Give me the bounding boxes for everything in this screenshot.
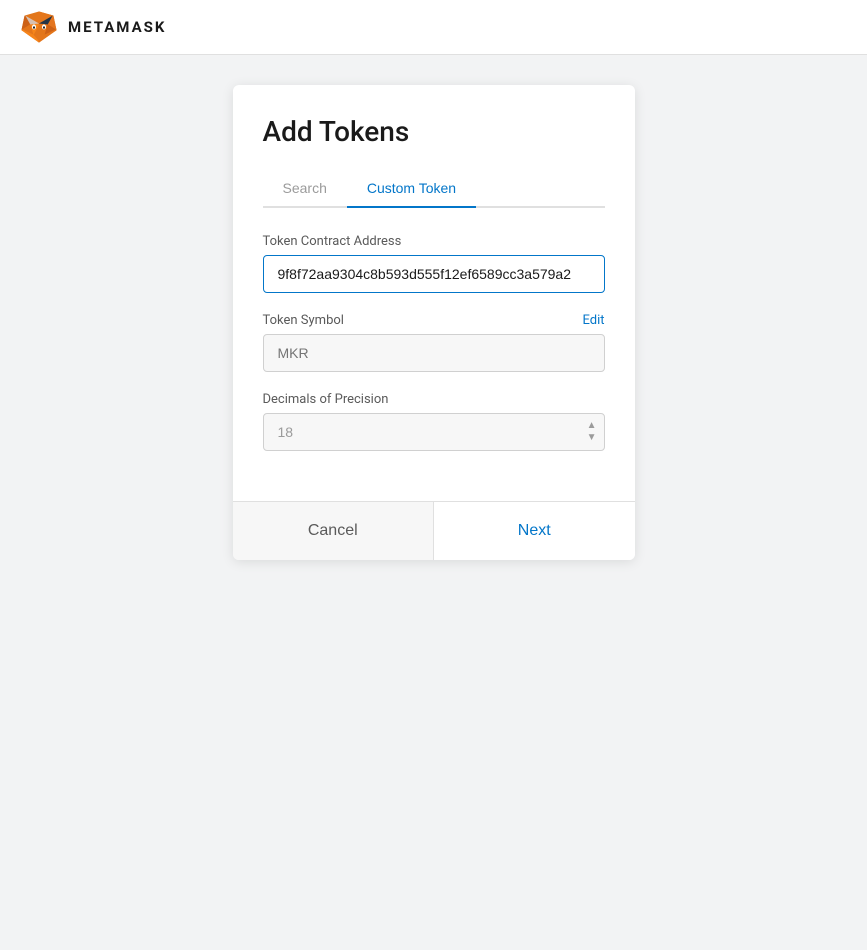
token-symbol-edit-link[interactable]: Edit — [582, 313, 604, 328]
add-tokens-card: Add Tokens Search Custom Token Token Con… — [233, 85, 635, 560]
cancel-button[interactable]: Cancel — [233, 502, 435, 560]
decimals-label: Decimals of Precision — [263, 392, 389, 407]
decimals-group: Decimals of Precision ▲ ▼ — [263, 392, 605, 451]
contract-address-label: Token Contract Address — [263, 234, 402, 249]
logo-container: METAMASK — [20, 8, 166, 46]
tabs-container: Search Custom Token — [263, 170, 605, 208]
contract-address-input[interactable] — [263, 255, 605, 293]
number-spinners: ▲ ▼ — [587, 421, 597, 443]
contract-address-group: Token Contract Address — [263, 234, 605, 293]
page-title: Add Tokens — [263, 115, 605, 148]
main-content: Add Tokens Search Custom Token Token Con… — [0, 55, 867, 590]
spinner-down-button[interactable]: ▼ — [587, 433, 597, 443]
next-button[interactable]: Next — [434, 502, 635, 560]
tab-search[interactable]: Search — [263, 170, 347, 208]
decimals-input[interactable] — [263, 413, 605, 451]
card-body: Add Tokens Search Custom Token Token Con… — [233, 85, 635, 501]
card-footer: Cancel Next — [233, 501, 635, 560]
token-symbol-group: Token Symbol Edit — [263, 313, 605, 372]
decimals-input-wrapper: ▲ ▼ — [263, 413, 605, 451]
decimals-label-row: Decimals of Precision — [263, 392, 605, 407]
contract-label-row: Token Contract Address — [263, 234, 605, 249]
header: METAMASK — [0, 0, 867, 55]
spinner-up-button[interactable]: ▲ — [587, 421, 597, 431]
metamask-fox-icon — [20, 8, 58, 46]
token-symbol-label: Token Symbol — [263, 313, 344, 328]
brand-name: METAMASK — [68, 18, 166, 36]
token-symbol-input[interactable] — [263, 334, 605, 372]
tab-custom-token[interactable]: Custom Token — [347, 170, 476, 208]
token-symbol-label-row: Token Symbol Edit — [263, 313, 605, 328]
